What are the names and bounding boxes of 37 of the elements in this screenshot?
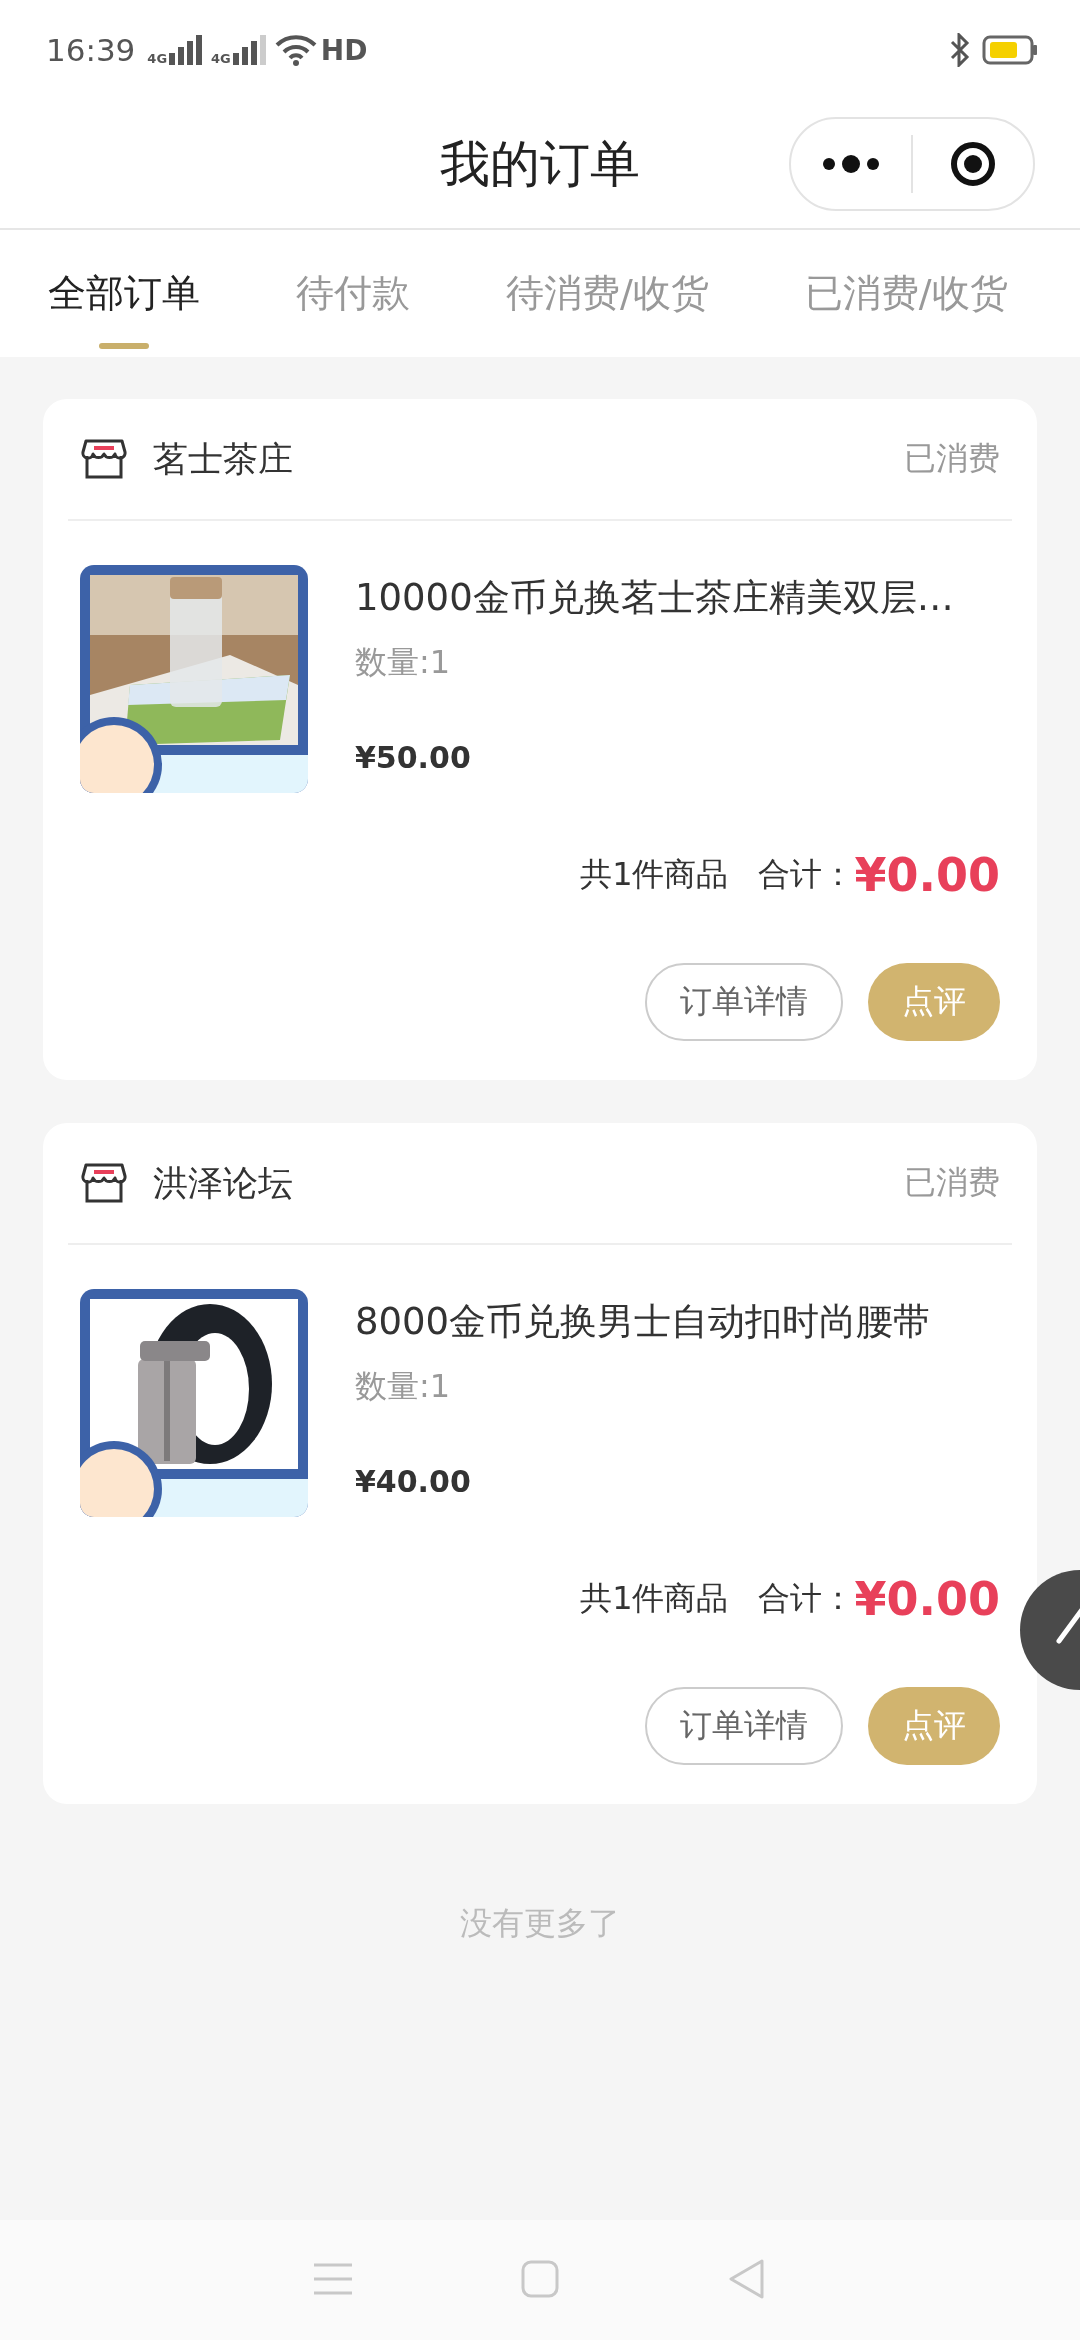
quantity-text: 数量:1 (355, 1366, 452, 1407)
total-label: 合计： (758, 1578, 855, 1619)
item-count: 共1件商品 (580, 1578, 729, 1619)
order-status: 已消费 (904, 1162, 1000, 1203)
product-price: ¥50.00 (355, 740, 472, 775)
network-label: 4G (147, 52, 168, 65)
square-icon (521, 2259, 559, 2298)
menu-icon (314, 2261, 353, 2296)
total-label: 合计： (758, 854, 855, 895)
order-status: 已消费 (904, 438, 1000, 479)
product-price: ¥40.00 (355, 1464, 472, 1499)
product-title[interactable]: 8000金币兑换男士自动扣时尚腰带 (355, 1297, 975, 1347)
back-icon (727, 2257, 766, 2300)
total-amount: ¥0.00 (854, 848, 1000, 902)
item-count: 共1件商品 (580, 854, 729, 895)
tab[interactable]: 全部订单 (48, 230, 200, 357)
product-title[interactable]: 10000金币兑换茗士茶庄精美双层… (355, 573, 975, 623)
order-details-button[interactable]: 订单详情 (645, 1687, 843, 1765)
quantity-text: 数量:1 (355, 642, 452, 683)
end-of-list-text: 没有更多了 (460, 1904, 620, 1942)
network-label: 4G (211, 52, 231, 65)
total-amount: ¥0.00 (854, 1572, 1000, 1626)
order-details-button[interactable]: 订单详情 (645, 963, 843, 1041)
hd-label: HD (320, 33, 368, 67)
signal-icon (169, 35, 204, 65)
page-title: 我的订单 (440, 133, 640, 195)
wifi-icon (274, 34, 317, 66)
more-icon (822, 154, 880, 174)
bluetooth-icon (950, 33, 970, 67)
clock-time: 16:39 (46, 32, 136, 68)
shop-name: 茗士茶庄 (153, 437, 294, 481)
shop-icon (81, 1162, 127, 1204)
signal-icon (232, 35, 267, 65)
shop-name: 洪泽论坛 (153, 1161, 294, 1205)
shop-icon (81, 438, 127, 480)
target-icon (950, 141, 996, 187)
battery-icon (982, 35, 1038, 65)
